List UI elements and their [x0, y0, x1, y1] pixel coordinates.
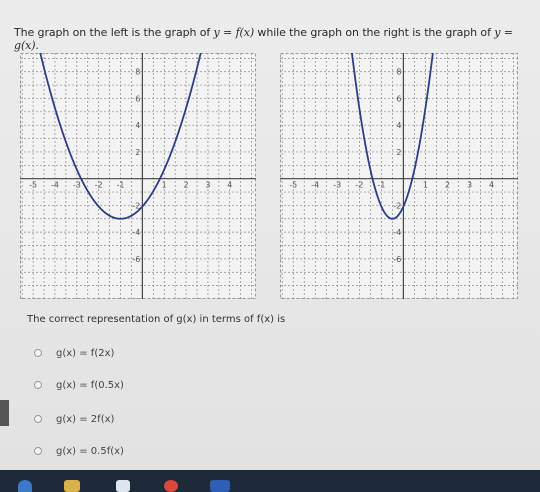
choice-a[interactable]: g(x) = f(2x) — [34, 344, 114, 362]
y-tick-label: 8 — [396, 68, 401, 77]
choice-label: g(x) = f(2x) — [56, 347, 115, 359]
question-part: The graph on the left is the graph of — [14, 26, 214, 39]
graph-g: -5 -4 -3 -2 -1 1 2 3 4 8 6 4 2 -2 -4 -6 — [280, 53, 518, 299]
question-part: while the graph on the right is the grap… — [254, 26, 495, 39]
y-tick-label: 2 — [135, 148, 140, 157]
x-tick-label: -2 — [355, 181, 363, 190]
x-tick-label: -3 — [73, 181, 81, 190]
y-tick-label: 4 — [396, 121, 401, 130]
x-tick-label: -4 — [311, 181, 319, 190]
x-tick-label: -4 — [51, 181, 59, 190]
side-tab[interactable] — [0, 400, 9, 426]
y-tick-label: -2 — [393, 201, 401, 210]
x-tick-label: 3 — [467, 181, 472, 190]
x-tick-label: 4 — [227, 181, 232, 190]
choice-d[interactable]: g(x) = 0.5f(x) — [34, 442, 124, 460]
graph-f: -5 -4 -3 -2 -1 1 2 3 48642-2-4-6 — [20, 53, 256, 299]
x-tick-label: -1 — [117, 181, 125, 190]
choice-c[interactable]: g(x) = 2f(x) — [34, 410, 114, 428]
file-explorer-icon[interactable] — [64, 480, 80, 492]
choice-label: g(x) = 0.5f(x) — [56, 445, 124, 457]
x-tick-label: 2 — [445, 181, 450, 190]
y-tick-label: 6 — [135, 94, 140, 103]
f-expression: y = f(x) — [213, 26, 255, 39]
x-tick-label: 3 — [205, 181, 210, 190]
y-tick-label: 8 — [135, 68, 140, 77]
y-tick-label: -4 — [393, 228, 401, 237]
y-tick-label: 2 — [396, 148, 401, 157]
y-tick-label: -6 — [132, 255, 140, 264]
y-tick-label: -4 — [132, 228, 140, 237]
taskbar — [0, 470, 540, 492]
store-icon[interactable] — [116, 480, 130, 492]
x-tick-label: -2 — [95, 181, 103, 190]
radio-button[interactable] — [34, 447, 42, 455]
radio-button[interactable] — [34, 415, 42, 423]
x-tick-label: 1 — [423, 181, 428, 190]
x-tick-label: 1 — [162, 181, 167, 190]
x-tick-label: -1 — [377, 181, 385, 190]
y-tick-label: 6 — [396, 94, 401, 103]
question-text: The graph on the left is the graph of y … — [14, 26, 540, 52]
x-tick-label: -5 — [289, 181, 297, 190]
start-icon[interactable] — [18, 480, 32, 492]
radio-button[interactable] — [34, 381, 42, 389]
y-tick-label: -6 — [393, 255, 401, 264]
x-tick-label: -3 — [333, 181, 341, 190]
x-tick-label: 2 — [184, 181, 189, 190]
assignment-page: The graph on the left is the graph of y … — [0, 0, 540, 470]
choice-label: g(x) = 2f(x) — [56, 413, 115, 425]
prompt-text: The correct representation of g(x) in te… — [27, 314, 286, 325]
x-tick-label: 4 — [489, 181, 494, 190]
radio-button[interactable] — [34, 349, 42, 357]
y-tick-label: 4 — [135, 121, 140, 130]
choice-label: g(x) = f(0.5x) — [56, 379, 124, 391]
word-icon[interactable] — [210, 480, 230, 492]
x-tick-label: -5 — [29, 181, 37, 190]
choice-b[interactable]: g(x) = f(0.5x) — [34, 376, 124, 394]
chrome-icon[interactable] — [164, 480, 178, 492]
